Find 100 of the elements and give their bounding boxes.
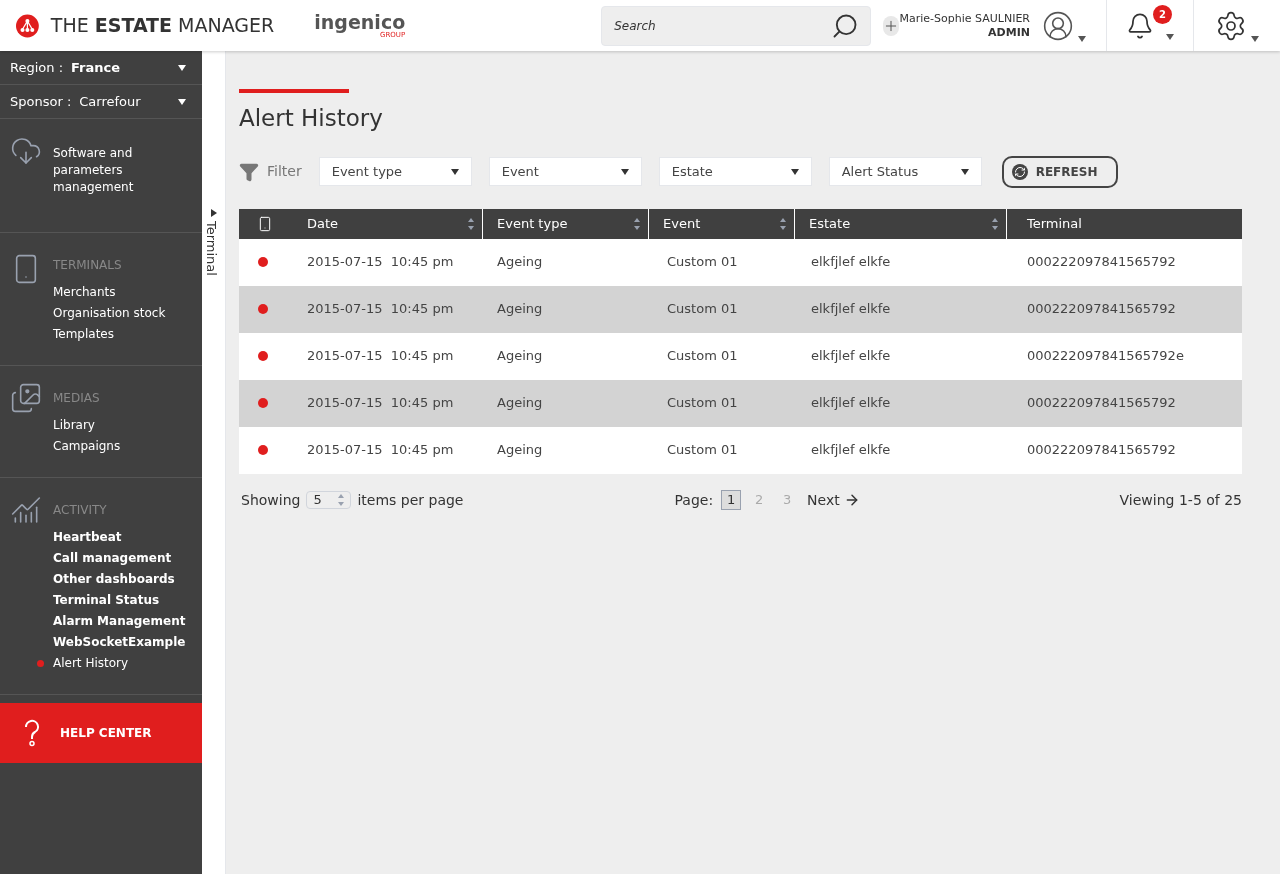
images-icon [10, 382, 42, 414]
bell-icon [1126, 11, 1154, 40]
table-cell: elkfjlef elkfe [811, 442, 891, 458]
table-cell: Custom 01 [667, 442, 738, 458]
showing-label: Showing [241, 490, 301, 510]
table-cell: elkfjlef elkfe [811, 301, 891, 317]
items-per-page-label: items per page [357, 490, 464, 510]
sort-icon [634, 217, 640, 230]
expand-arrow-icon [210, 209, 217, 217]
refresh-icon [1011, 163, 1028, 180]
filter-label: Filter [267, 162, 302, 181]
caret-icon [1078, 35, 1086, 42]
sort-icon [780, 217, 786, 230]
settings-icon [1215, 9, 1247, 42]
sidebar-item[interactable]: Heartbeat [36, 527, 186, 548]
table-cell: Custom 01 [667, 348, 738, 364]
column-header[interactable]: Event type [483, 208, 649, 239]
caret-icon [960, 168, 969, 175]
table-cell: 000222097841565792 [1027, 442, 1176, 458]
filter-dropdown[interactable]: Event [488, 157, 642, 186]
sidebar-item[interactable]: WebSocketExample [36, 632, 186, 653]
table-cell: Ageing [497, 254, 543, 270]
table-cell: elkfjlef elkfe [811, 254, 891, 270]
filter-dropdown[interactable]: Alert Status [828, 157, 982, 186]
sidebar-item[interactable]: Organisation stock [36, 303, 166, 324]
sidebar-item[interactable]: Campaigns [36, 436, 121, 457]
help-center-button[interactable]: HELP CENTER [0, 703, 202, 763]
user-role: ADMIN [988, 25, 1030, 40]
refresh-button[interactable]: REFRESH [1001, 155, 1118, 188]
sidebar-section-title: ACTIVITY [53, 502, 108, 519]
table-row[interactable]: 2015-07-15 10:45 pm Ageing Custom 01 elkfjlef elkfe 000222097841565792 [239, 285, 1242, 333]
table-cell: 000222097841565792 [1027, 301, 1176, 317]
sort-icon [992, 217, 998, 230]
viewing-count: Viewing 1-5 of 25 [1119, 490, 1242, 510]
table-cell: 000222097841565792 [1027, 254, 1176, 270]
filter-dropdown[interactable]: Event type [318, 157, 472, 186]
caret-icon [178, 64, 186, 71]
sidebar-item[interactable]: Alert History [36, 653, 186, 674]
column-header[interactable]: Date [239, 208, 483, 239]
sidebar-item[interactable]: Terminal Status [36, 590, 186, 611]
table-cell: 2015-07-15 10:45 pm [307, 301, 454, 317]
cloud-download-icon [10, 135, 42, 167]
table-cell: Custom 01 [667, 254, 738, 270]
table-cell: Ageing [497, 348, 543, 364]
table-cell: Ageing [497, 442, 543, 458]
sort-icon [468, 217, 474, 230]
table-row[interactable]: 2015-07-15 10:45 pm Ageing Custom 01 elkfjlef elkfe 000222097841565792 [239, 426, 1242, 474]
next-page-link[interactable]: Next [807, 489, 860, 511]
table-cell: 000222097841565792 [1027, 395, 1176, 411]
settings-button[interactable] [1215, 9, 1259, 42]
table-cell: 2015-07-15 10:45 pm [307, 254, 454, 270]
sidebar-item[interactable]: Merchants [36, 282, 166, 303]
search-field[interactable]: Search [601, 5, 872, 46]
user-avatar-icon [1042, 9, 1074, 42]
table-cell: elkfjlef elkfe [811, 395, 891, 411]
app-title: THE ESTATE MANAGER [50, 13, 275, 39]
table-cell: Custom 01 [667, 301, 738, 317]
sort-icon [338, 494, 345, 506]
table-cell: Custom 01 [667, 395, 738, 411]
table-cell: elkfjlef elkfe [811, 348, 891, 364]
filter-dropdown[interactable]: Estate [658, 157, 812, 186]
column-header[interactable]: Estate [795, 208, 1007, 239]
caret-icon [1251, 35, 1259, 42]
sidebar-item[interactable]: Templates [36, 324, 166, 345]
add-button[interactable] [883, 15, 900, 36]
page-link[interactable]: 1 [721, 490, 742, 510]
question-mark-icon [24, 719, 40, 747]
caret-icon [620, 168, 629, 175]
sidebar-item[interactable]: Library [36, 415, 121, 436]
column-header[interactable]: Terminal [1007, 208, 1242, 239]
filter-icon [239, 161, 259, 182]
sidebar-item[interactable]: Other dashboards [36, 569, 186, 590]
terminal-panel-toggle[interactable]: Terminal [202, 51, 226, 874]
user-menu-button[interactable] [1042, 9, 1086, 42]
table-row[interactable]: 2015-07-15 10:45 pm Ageing Custom 01 elkfjlef elkfe 000222097841565792e [239, 332, 1242, 380]
sidebar-section-title: MEDIAS [53, 390, 101, 407]
sidebar-section-title: TERMINALS [53, 257, 123, 274]
table-cell: Ageing [497, 301, 543, 317]
sidebar-item[interactable]: Alarm Management [36, 611, 186, 632]
column-header[interactable]: Event [649, 208, 795, 239]
table-row[interactable]: 2015-07-15 10:45 pm Ageing Custom 01 elkfjlef elkfe 000222097841565792 [239, 238, 1242, 286]
page-label: Page: [674, 490, 714, 510]
page-title: Alert History [239, 104, 384, 133]
page-size-select[interactable]: 5 [306, 491, 352, 509]
caret-icon [790, 168, 799, 175]
notifications-button[interactable] [1126, 11, 1174, 40]
brand-logo: ingenico [314, 12, 406, 32]
caret-icon [1166, 33, 1174, 40]
table-cell: 2015-07-15 10:45 pm [307, 395, 454, 411]
chart-icon [10, 494, 42, 526]
notification-badge: 2 [1153, 5, 1172, 24]
user-name: Marie-Sophie SAULNIER [899, 11, 1030, 26]
sidebar-item[interactable]: Call management [36, 548, 186, 569]
table-cell: Ageing [497, 395, 543, 411]
table-cell: 000222097841565792e [1027, 348, 1184, 364]
caret-icon [178, 98, 186, 105]
sidebar-section-title[interactable]: Software and parameters management [53, 135, 192, 196]
table-cell: 2015-07-15 10:45 pm [307, 348, 454, 364]
table-row[interactable]: 2015-07-15 10:45 pm Ageing Custom 01 elkfjlef elkfe 000222097841565792 [239, 379, 1242, 427]
table-cell: 2015-07-15 10:45 pm [307, 442, 454, 458]
